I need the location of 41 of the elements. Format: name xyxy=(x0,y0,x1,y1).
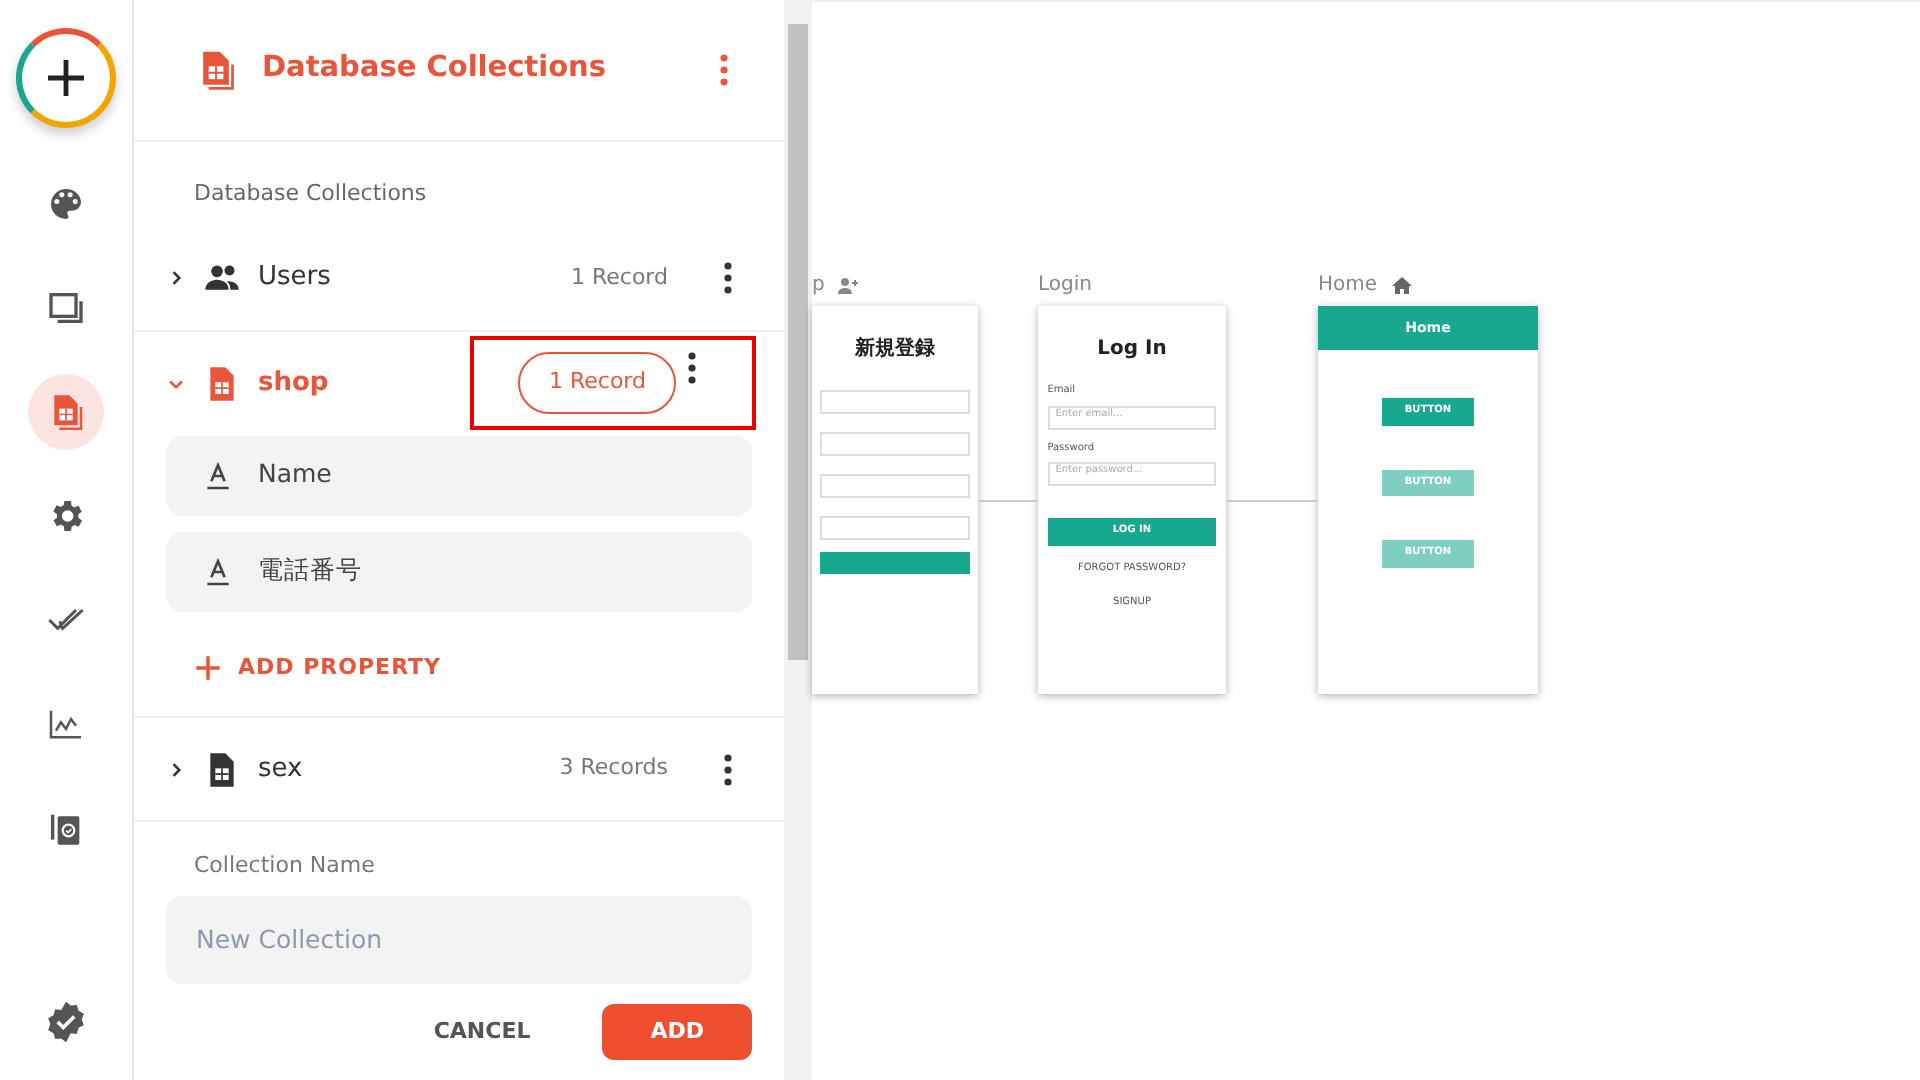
property-name: 電話番号 xyxy=(258,552,362,589)
more-vertical-icon xyxy=(724,262,732,294)
record-count: 1 Record xyxy=(568,261,670,294)
section-label: Database Collections xyxy=(192,178,429,210)
screen-title: 新規登録 xyxy=(855,334,935,364)
text-format-icon xyxy=(202,459,234,491)
more-vertical-icon xyxy=(720,54,728,86)
panel-title: Database Collections xyxy=(262,50,609,89)
property-name: Name xyxy=(258,456,332,493)
text-format-icon xyxy=(202,555,234,587)
more-vertical-icon xyxy=(688,352,696,385)
verified-badge-icon xyxy=(44,1000,88,1044)
palette-icon xyxy=(46,184,86,224)
screen-label: Login xyxy=(1038,272,1092,300)
add-button[interactable]: ADD xyxy=(602,1003,752,1060)
more-vertical-icon xyxy=(724,753,732,785)
screen-label: p xyxy=(812,272,825,300)
user-plus-icon xyxy=(836,273,861,297)
collection-name[interactable]: Users xyxy=(258,258,527,298)
rail-button[interactable] xyxy=(28,374,104,450)
scrollbar[interactable] xyxy=(784,0,812,1080)
record-count: 3 Records xyxy=(557,752,670,785)
screen-label: Home xyxy=(1318,272,1378,300)
connector-line xyxy=(1226,500,1318,502)
collection-name[interactable]: sex xyxy=(258,749,516,789)
property-item[interactable]: 電話番号 xyxy=(166,531,752,611)
plus-icon xyxy=(194,653,222,682)
screen-title: Log In xyxy=(1097,336,1167,364)
field-label: Collection Name xyxy=(192,850,377,882)
collection-name-field[interactable]: New Collection xyxy=(166,895,752,983)
home-icon xyxy=(1389,273,1414,297)
record-count: 1 Record xyxy=(518,352,676,414)
plus-icon xyxy=(42,54,90,102)
cancel-button[interactable]: CANCEL xyxy=(421,1013,543,1050)
collection-name[interactable]: shop xyxy=(258,363,455,403)
add-property-button[interactable]: ADD PROPERTY xyxy=(194,651,724,684)
add-button[interactable] xyxy=(16,28,116,128)
connector-line xyxy=(978,500,1038,502)
scrollbar-thumb[interactable] xyxy=(788,24,808,660)
property-item[interactable]: Name xyxy=(166,435,752,515)
windows-icon xyxy=(46,288,86,328)
